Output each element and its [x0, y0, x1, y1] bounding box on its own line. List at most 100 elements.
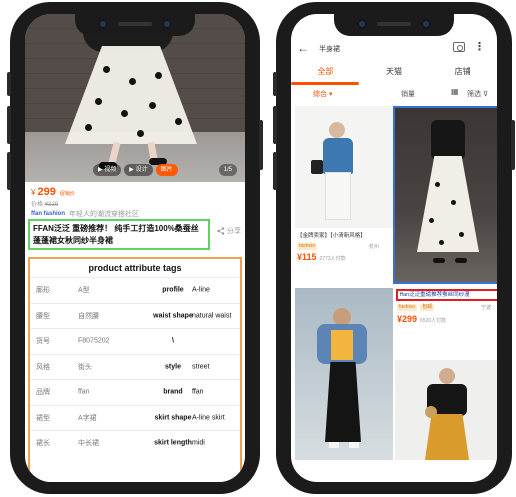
attribute-table: product attribute tags 廓形 A型 profile A-l… — [28, 257, 242, 482]
attribute-row: 裙型 A字裙 skirt shape A-line skirt — [30, 404, 240, 431]
tag-value: natural waist — [192, 312, 232, 320]
product-hero-image[interactable]: ▶ 视频 ▶ 设计 图片 1/5 — [25, 14, 245, 182]
tab-tmall[interactable]: 天猫 — [360, 62, 429, 82]
card1-tags: fashion — [297, 243, 318, 250]
tag-value: ffan — [192, 388, 204, 396]
original-price: 价格 ¥329 — [31, 199, 58, 208]
video-pill[interactable]: ▶ 视频 — [93, 164, 122, 176]
attribute-row: 货号 F8075202 \ — [30, 328, 240, 354]
notch — [75, 14, 195, 36]
shoe-shape — [349, 442, 359, 448]
result-tabs: 全部 天猫 店铺 — [291, 62, 497, 85]
side-button — [7, 106, 11, 144]
tab-shops[interactable]: 店铺 — [428, 62, 497, 82]
right-phone: ← 半身裙 ⋮ 全部 天猫 店铺 综合 ▾ 销量 ▦ 筛选 ⊽ 【金牌卖家】【小… — [273, 2, 515, 494]
attribute-key: 裙型 — [36, 414, 50, 422]
attribute-row: 风格 街头 style street — [30, 353, 240, 380]
price-tag: 促销价 — [59, 191, 75, 197]
active-tab-indicator — [291, 82, 359, 85]
left-screen: ▶ 视频 ▶ 设计 图片 1/5 ¥ 299 促销价 价格 ¥329 ffan … — [25, 14, 245, 482]
figure-bag — [311, 160, 323, 174]
figure-top — [331, 330, 353, 360]
back-arrow-icon[interactable]: ← — [297, 41, 309, 55]
side-button — [273, 152, 277, 190]
figure-head — [329, 122, 345, 138]
side-button — [273, 106, 277, 144]
side-button — [259, 120, 263, 170]
product-card-image[interactable] — [295, 288, 393, 460]
notch — [334, 14, 454, 36]
card1-location: 杭州 — [369, 244, 380, 250]
tag-value: A-line skirt — [192, 414, 225, 422]
product-title: FFAN泛泛 重磅推荐！ 纯手工打造100%桑蚕丝蓬蓬裙女秋同纱半身裙 — [28, 219, 210, 250]
attribute-key: 品牌 — [36, 389, 50, 397]
attribute-row: 廓形 A型 profile A-line — [30, 277, 240, 303]
polka-dot — [149, 102, 156, 109]
price: ¥ 299 促销价 — [31, 186, 75, 198]
figure-head — [439, 368, 455, 384]
polka-dot — [85, 124, 92, 131]
card2-title[interactable]: ffan泛泛重磅推荐蚕丝同纱漫 — [396, 289, 497, 301]
grid-icon[interactable]: ▦ — [451, 87, 459, 96]
attribute-row: 裙长 中长裙 skirt length midi — [30, 430, 240, 456]
side-button — [7, 72, 11, 96]
filter-label: 筛选 — [467, 91, 481, 98]
speaker — [377, 22, 411, 26]
price-value: 299 — [37, 186, 56, 198]
share-label: 分享 — [227, 228, 241, 235]
right-screen: ← 半身裙 ⋮ 全部 天猫 店铺 综合 ▾ 销量 ▦ 筛选 ⊽ 【金牌卖家】【小… — [291, 14, 497, 482]
search-input[interactable]: 半身裙 — [319, 44, 340, 54]
camera-icon — [421, 19, 431, 29]
card2-sold: 6520人付款 — [420, 318, 447, 324]
card2-price-value: ¥299 — [397, 314, 418, 324]
polka-dot — [121, 110, 128, 117]
attribute-key: 裙长 — [36, 440, 50, 448]
original-price-label: 价格 — [31, 202, 44, 208]
card2-badge: fashion — [397, 304, 418, 311]
attribute-table-header: product attribute tags — [88, 263, 182, 273]
sort-default[interactable]: 综合 ▾ — [313, 89, 332, 99]
media-pills: ▶ 视频 ▶ 设计 图片 — [93, 164, 178, 176]
figure-skirt — [325, 362, 361, 442]
attribute-value: 中长裙 — [78, 440, 99, 448]
design-pill[interactable]: ▶ 设计 — [124, 164, 153, 176]
camera-icon — [357, 19, 367, 29]
shop-slogan: 年轻人的潮流穿搭社区 — [69, 211, 139, 218]
speaker — [118, 22, 152, 26]
card2-price: ¥299 6520人付款 — [397, 314, 446, 324]
image-pill[interactable]: 图片 — [155, 164, 178, 176]
attribute-row: 品牌 ffan brand ffan — [30, 379, 240, 405]
product-card-image[interactable] — [295, 106, 393, 228]
figure-skirt — [425, 414, 469, 460]
shop-line[interactable]: ffan fashion 年轻人的潮流穿搭社区 — [31, 209, 139, 219]
shoe-shape — [329, 442, 339, 448]
camera-icon — [162, 19, 172, 29]
attribute-value: 自然腰 — [78, 312, 99, 320]
card2-location: 宁波 — [481, 305, 492, 311]
highlight-image-box — [393, 106, 497, 284]
share-button[interactable]: 分享 — [217, 226, 241, 236]
product-card-image[interactable] — [395, 360, 497, 460]
sort-bar: 综合 ▾ 销量 ▦ 筛选 ⊽ — [291, 86, 497, 102]
attribute-value: A字裙 — [78, 414, 97, 422]
figure-top — [323, 138, 353, 174]
polka-dot — [175, 118, 182, 125]
more-options-icon[interactable]: ⋮ — [474, 40, 485, 53]
attribute-row: 腰型 自然腰 waist shape natural waist — [30, 302, 240, 329]
card1-title[interactable]: 【金牌卖家】【小清新风格】 — [297, 232, 393, 240]
camera-icon — [98, 19, 108, 29]
attribute-value: 街头 — [78, 363, 92, 371]
attribute-value: A型 — [78, 287, 90, 295]
polka-dot — [103, 66, 110, 73]
card2-tags: fashion 包邮 — [397, 304, 435, 311]
figure-bag — [425, 406, 437, 418]
card2-badge: 包邮 — [420, 304, 435, 311]
card1-sold: 2773人付款 — [319, 256, 346, 262]
tab-all[interactable]: 全部 — [291, 62, 360, 82]
card1-price-value: ¥115 — [297, 252, 317, 262]
attribute-key: 风格 — [36, 363, 50, 371]
sort-sales[interactable]: 销量 — [401, 89, 415, 99]
camera-search-icon[interactable] — [453, 42, 465, 52]
filter-button[interactable]: 筛选 ⊽ — [467, 89, 488, 99]
polka-dot — [95, 98, 102, 105]
